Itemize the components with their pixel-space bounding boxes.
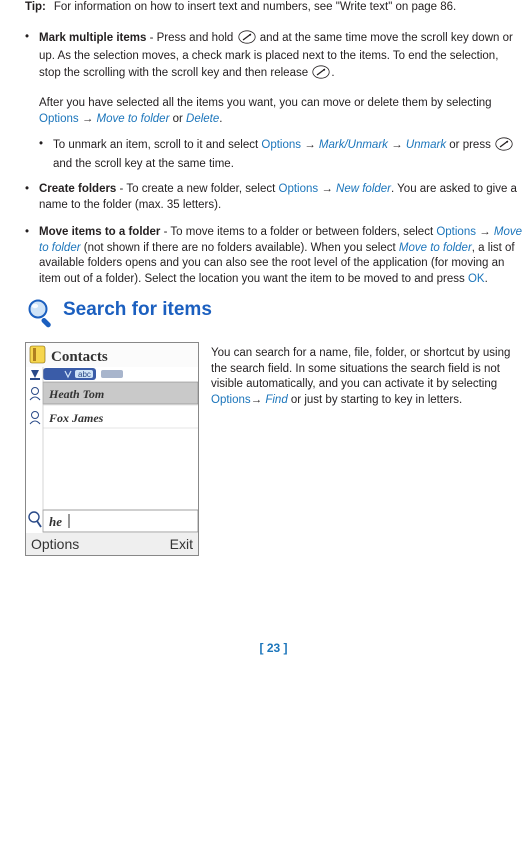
- section-search-heading-row: Search for items: [25, 299, 522, 334]
- tip-label: Tip:: [25, 0, 46, 16]
- mark-text1c: .: [331, 67, 334, 79]
- search-textb: or just by starting to key in letters.: [288, 394, 463, 406]
- find-link: Find: [265, 394, 287, 406]
- mark-heading: Mark multiple items: [39, 32, 146, 44]
- arrow: →: [388, 139, 406, 151]
- search-texta: You can search for a name, file, folder,…: [211, 347, 510, 390]
- arrow: →: [476, 226, 494, 238]
- unmark-link: Unmark: [406, 139, 446, 151]
- move-texta: - To move items to a folder or between f…: [160, 226, 436, 238]
- bullet-mark-items: Mark multiple items - Press and hold and…: [25, 30, 522, 85]
- screenshot-title: Contacts: [51, 349, 108, 365]
- mark-text2a: After you have selected all the items yo…: [39, 97, 492, 109]
- unmark-c: and the scroll key at the same time.: [53, 158, 234, 170]
- bullet-create-folders: Create folders - To create a new folder,…: [25, 182, 522, 213]
- move-heading: Move items to a folder: [39, 226, 160, 238]
- options-link: Options: [261, 139, 301, 151]
- phone-screenshot: Contacts abc Heath Tom Fox James: [25, 342, 199, 561]
- arrow: →: [318, 183, 336, 195]
- create-heading: Create folders: [39, 183, 116, 195]
- screenshot-right-softkey: Exit: [170, 536, 193, 552]
- options-link: Options: [211, 394, 251, 406]
- edit-key-icon: [495, 137, 513, 157]
- search-heading: Search for items: [63, 299, 212, 321]
- arrow: →: [79, 113, 97, 125]
- mark-continuation: After you have selected all the items yo…: [25, 96, 522, 127]
- search-paragraph: You can search for a name, file, folder,…: [211, 342, 522, 408]
- arrow: →: [301, 139, 319, 151]
- magnifier-icon: [25, 297, 57, 334]
- mark-text1a: - Press and hold: [146, 32, 236, 44]
- unmark-b: or press: [446, 139, 494, 151]
- delete-link: Delete: [186, 113, 219, 125]
- mark-unmark-link: Mark/Unmark: [319, 139, 388, 151]
- new-folder-link: New folder: [336, 183, 391, 195]
- screenshot-row2: Fox James: [48, 411, 104, 425]
- move-folder-link: Move to folder: [399, 242, 472, 254]
- screenshot-left-softkey: Options: [31, 536, 79, 552]
- screenshot-search: he: [49, 514, 62, 529]
- period: .: [485, 273, 488, 285]
- edit-key-icon: [312, 65, 330, 85]
- arrow: →: [251, 394, 266, 406]
- tip-block: Tip: For information on how to insert te…: [25, 0, 522, 16]
- or-text: or: [169, 113, 186, 125]
- search-block: Contacts abc Heath Tom Fox James: [25, 342, 522, 561]
- unmark-a: To unmark an item, scroll to it and sele…: [53, 139, 261, 151]
- period: .: [219, 113, 222, 125]
- options-link: Options: [436, 226, 476, 238]
- screenshot-row1: Heath Tom: [48, 387, 104, 401]
- options-link: Options: [279, 183, 319, 195]
- move-folder-link: Move to folder: [97, 113, 170, 125]
- options-link: Options: [39, 113, 79, 125]
- ok-link: OK: [468, 273, 485, 285]
- bullet-unmark: To unmark an item, scroll to it and sele…: [25, 137, 522, 172]
- bullet-move-items: Move items to a folder - To move items t…: [25, 225, 522, 287]
- tip-text: For information on how to insert text an…: [54, 0, 522, 16]
- move-textb: (not shown if there are no folders avail…: [81, 242, 399, 254]
- edit-key-icon: [238, 30, 256, 50]
- abc-indicator: abc: [78, 370, 91, 379]
- page-number: [ 23 ]: [25, 641, 522, 655]
- create-texta: - To create a new folder, select: [116, 183, 278, 195]
